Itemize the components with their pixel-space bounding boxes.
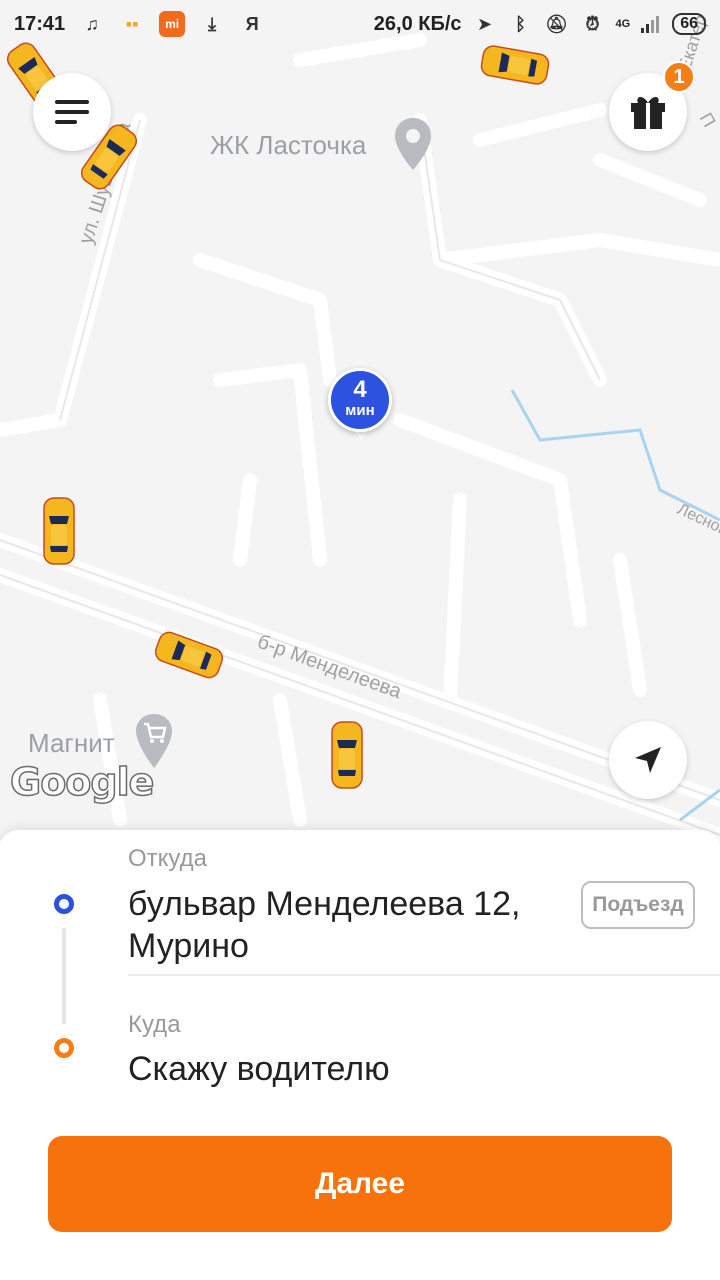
alarm-icon: ⏰︎ [585, 13, 600, 34]
my-location-button[interactable] [609, 721, 687, 799]
origin-dot-icon [54, 894, 74, 914]
bluetooth-icon: ᛒ [515, 13, 526, 34]
mi-app-icon: mi [159, 11, 186, 37]
from-address-line1[interactable]: бульвар Менделеева 12, [128, 883, 520, 925]
menu-button[interactable] [33, 73, 111, 151]
hamburger-menu-icon [55, 100, 89, 124]
eta-unit: мин [345, 402, 375, 419]
destination-dot-icon [54, 1038, 74, 1058]
field-divider [128, 974, 720, 976]
google-logo: Google [9, 759, 155, 805]
taxi-checker-icon: ▪▪ [125, 13, 139, 34]
from-caption: Откуда [128, 845, 207, 872]
battery-indicator: 66 [672, 13, 706, 35]
taxi-car-icon [43, 497, 75, 565]
taxi-car-icon [331, 721, 363, 789]
gift-icon [631, 96, 665, 129]
download-icon: ⤓ [208, 13, 217, 34]
mute-bell-icon: 🔕︎ [545, 13, 568, 34]
network-type: 4G [615, 18, 631, 30]
to-destination-field[interactable]: Скажу водителю [128, 1048, 390, 1090]
from-address-line2[interactable]: Мурино [128, 925, 249, 967]
location-arrow-icon: ➤ [476, 13, 493, 34]
to-caption: Куда [128, 1011, 181, 1038]
network-speed: 26,0 КБ/с [373, 12, 462, 35]
gift-badge: 1 [663, 61, 695, 93]
poi-label-lastochka: ЖК Ласточка [210, 130, 367, 160]
route-connector-line [62, 928, 66, 1024]
next-button[interactable]: Далее [48, 1136, 672, 1232]
status-bar: 17:41 ♫ ▪▪ mi ⤓ Я 26,0 КБ/с ➤ ᛒ 🔕︎ ⏰︎ 4G… [0, 0, 720, 48]
eta-pin[interactable]: 4 мин [328, 368, 392, 432]
music-icon: ♫ [85, 13, 99, 34]
yandex-icon: Я [245, 13, 259, 34]
eta-value: 4 [353, 376, 367, 403]
entrance-button[interactable]: Подъезд [581, 881, 695, 929]
navigation-arrow-icon [635, 747, 661, 773]
place-pin-icon [395, 118, 431, 170]
signal-icon [641, 16, 660, 33]
poi-label-magnit: Магнит [28, 728, 115, 758]
status-time: 17:41 [14, 12, 66, 35]
gift-button[interactable]: 1 [609, 61, 695, 151]
